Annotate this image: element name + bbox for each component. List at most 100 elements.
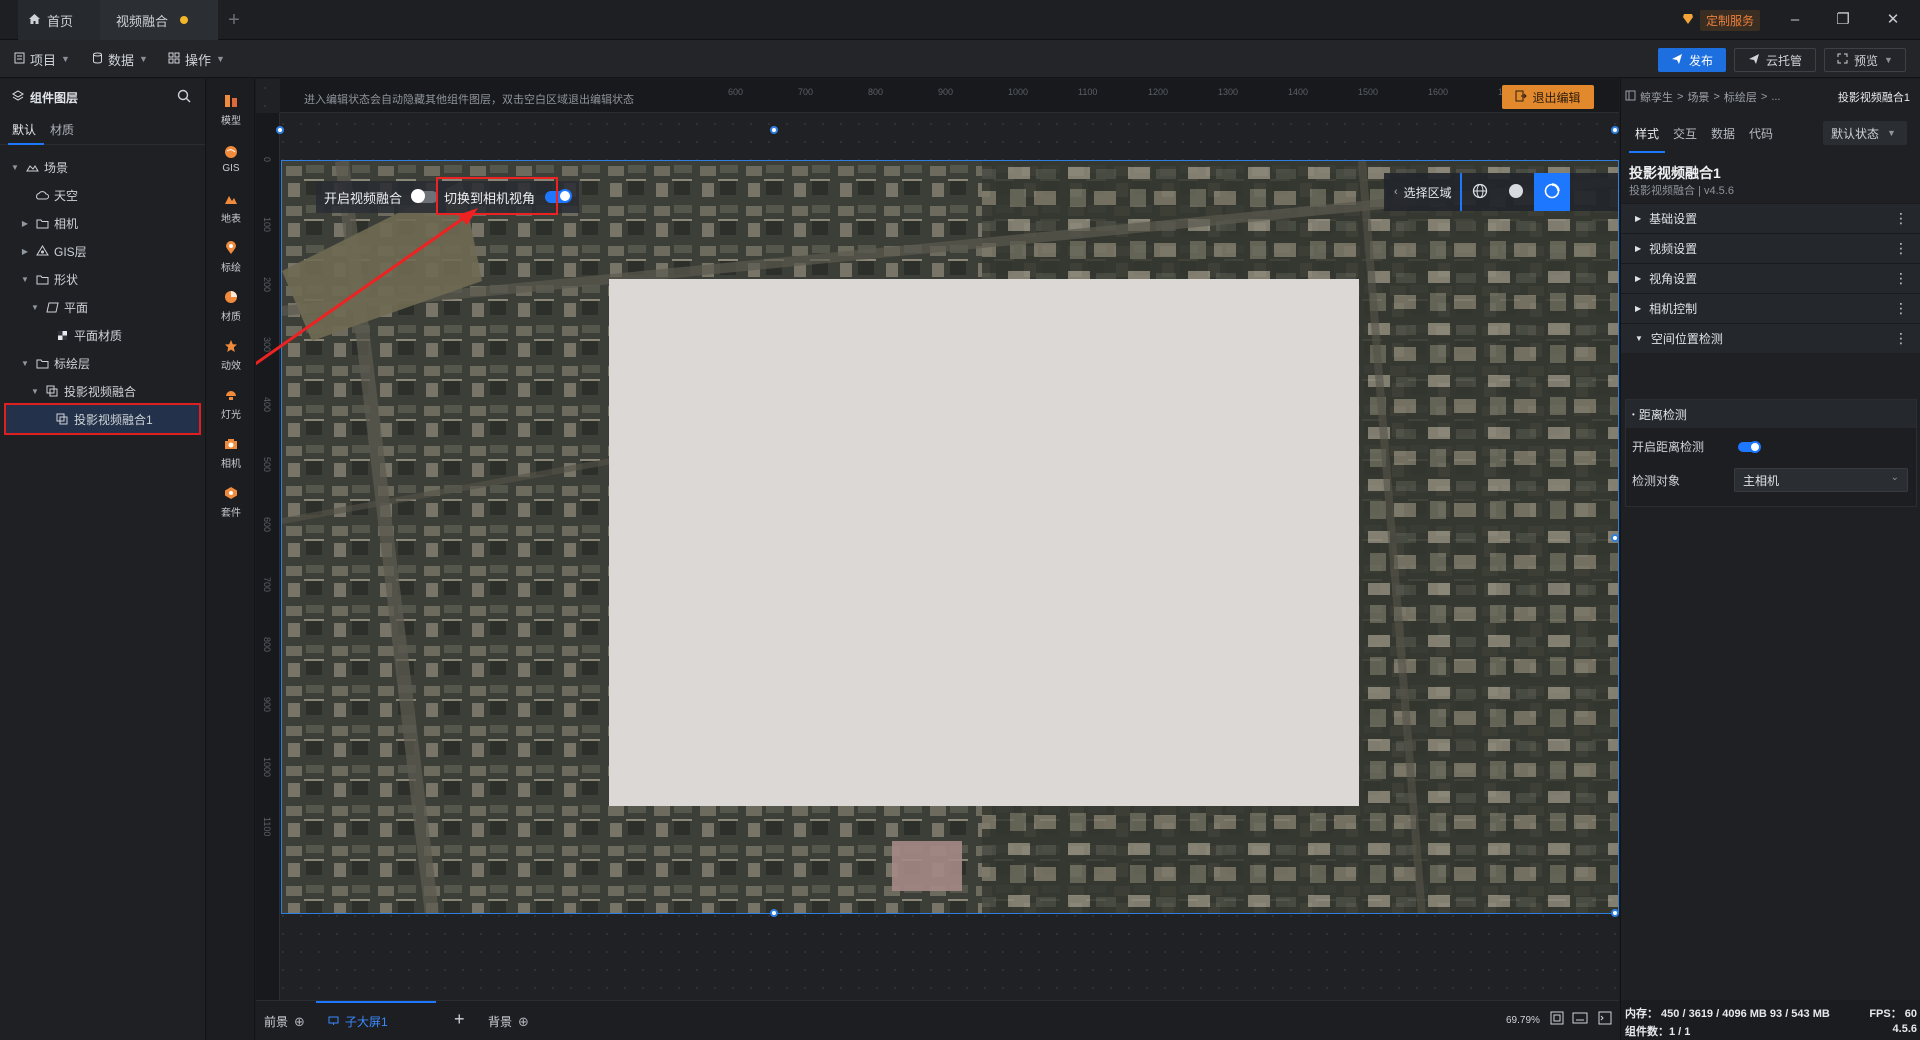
preview-button[interactable]: 预览 ▼ — [1824, 48, 1906, 72]
property-section[interactable]: ▼ 空间位置检测 ⋮ — [1621, 323, 1920, 353]
more-vertical-icon[interactable]: ⋮ — [1894, 210, 1908, 227]
sub-screen-tab[interactable]: 子大屏1 — [328, 1013, 388, 1030]
tree-node[interactable]: ▼ 场景 — [0, 153, 205, 181]
rail-item[interactable]: 标绘 — [207, 234, 255, 280]
component-version: 投影视频融合 | v4.5.6 — [1629, 185, 1734, 197]
tree-node-label: 天空 — [54, 188, 79, 203]
breadcrumb-icon — [1625, 90, 1636, 104]
breadcrumb-item[interactable]: ... — [1771, 91, 1780, 103]
property-section[interactable]: ▶ 基础设置 ⋮ — [1621, 203, 1920, 233]
add-screen-plus-icon[interactable]: + — [454, 1009, 465, 1030]
cloud-hosting-button[interactable]: 云托管 — [1734, 48, 1816, 72]
expand-arrow-icon[interactable]: ▼ — [30, 387, 40, 396]
editor-canvas[interactable]: 进入编辑状态会自动隐藏其他组件图层，双击空白区域退出编辑状态 600 700 800… — [256, 79, 1619, 1000]
background-tab[interactable]: 背景 ⊕ — [488, 1013, 529, 1030]
main-toolbar: 项目 ▼ 数据 ▼ 操作 ▼ — [0, 40, 1920, 78]
rail-item[interactable]: 动效 — [207, 332, 255, 378]
properties-tab[interactable]: 样式 — [1635, 125, 1659, 142]
rail-item[interactable]: 灯光 — [207, 381, 255, 427]
tree-node[interactable]: ▶ GIS层 — [0, 237, 205, 265]
foreground-tab[interactable]: 前景 ⊕ — [264, 1013, 305, 1030]
properties-tab[interactable]: 数据 — [1711, 125, 1735, 142]
rail-item-label: 标绘 — [221, 263, 241, 274]
tree-node-label: GIS层 — [54, 244, 87, 259]
tab-default[interactable]: 默认 — [12, 121, 36, 138]
tab-home-label: 首页 — [47, 13, 74, 29]
property-section-title: 空间位置检测 — [1650, 332, 1723, 346]
tree-node-label: 形状 — [54, 272, 79, 287]
tab-material[interactable]: 材质 — [50, 121, 74, 138]
rail-item-label: 灯光 — [221, 410, 241, 421]
property-section[interactable]: ▶ 视频设置 ⋮ — [1621, 233, 1920, 263]
new-tab-plus-icon[interactable]: + — [222, 8, 246, 32]
rail-item[interactable]: 地表 — [207, 185, 255, 231]
collapse-arrow-icon[interactable]: ▶ — [20, 219, 30, 228]
folder-icon — [35, 356, 49, 370]
add-circle-icon[interactable]: ⊕ — [294, 1014, 305, 1030]
tree-node[interactable]: ▶ 相机 — [0, 209, 205, 237]
breadcrumb-item[interactable]: 场景 — [1687, 89, 1709, 105]
cloud-hosting-label: 云托管 — [1765, 53, 1802, 68]
minimize-icon[interactable]: – — [1780, 8, 1810, 32]
data-menu[interactable]: 数据 ▼ — [92, 49, 148, 69]
breadcrumb-separator: > — [1713, 91, 1720, 103]
tree-node[interactable]: ▼ 投影视频融合 — [0, 377, 205, 405]
properties-tab[interactable]: 交互 — [1673, 125, 1697, 142]
rail-item[interactable]: 材质 — [207, 283, 255, 329]
annotation-arrow — [256, 208, 478, 366]
search-icon[interactable] — [177, 89, 191, 106]
expand-arrow-icon[interactable]: ▼ — [30, 303, 40, 312]
tree-node[interactable]: ▼ 平面 — [0, 293, 205, 321]
close-icon[interactable]: ✕ — [1878, 8, 1908, 32]
more-vertical-icon[interactable]: ⋮ — [1894, 240, 1908, 257]
breadcrumb-item[interactable]: 标绘层 — [1724, 89, 1757, 105]
expand-arrow-icon[interactable]: ▼ — [10, 163, 20, 172]
rail-item[interactable]: GIS — [207, 136, 255, 182]
collapse-arrow-icon[interactable]: ▶ — [20, 247, 30, 256]
rail-item[interactable]: 套件 — [207, 479, 255, 525]
publish-label: 发布 — [1688, 53, 1713, 68]
detect-target-select[interactable]: 主相机 ⌄ — [1734, 468, 1908, 492]
tab-video-fusion[interactable]: 视频融合 — [100, 0, 218, 40]
more-vertical-icon[interactable]: ⋮ — [1894, 300, 1908, 317]
tree-node[interactable]: ▼ 标绘层 — [0, 349, 205, 377]
properties-tab[interactable]: 代码 — [1749, 125, 1773, 142]
tree-node[interactable]: 投影视频融合1 — [4, 403, 201, 435]
property-section-title: 基础设置 — [1649, 212, 1698, 226]
folder-icon — [35, 216, 49, 230]
restore-icon[interactable]: ❐ — [1828, 8, 1858, 32]
material-icon — [55, 328, 69, 342]
keyboard-icon[interactable] — [1572, 1011, 1588, 1028]
property-section[interactable]: ▶ 相机控制 ⋮ — [1621, 293, 1920, 323]
rail-item[interactable]: 相机 — [207, 430, 255, 476]
rail-item[interactable]: 模型 — [207, 87, 255, 133]
tree-node[interactable]: 天空 — [0, 181, 205, 209]
state-select[interactable]: 默认状态 ▼ — [1823, 121, 1907, 145]
tree-node[interactable]: ▼ 形状 — [0, 265, 205, 293]
fit-screen-icon[interactable] — [1550, 1011, 1564, 1028]
expand-arrow-icon[interactable]: ▼ — [20, 359, 30, 368]
detect-target-row: 检测对象 — [1632, 472, 1680, 489]
tree-node[interactable]: 平面材质 — [0, 321, 205, 349]
component-rail: 模型 GIS 地表标绘材质 动效灯光相机 套件 — [207, 79, 255, 1040]
zoom-level[interactable]: 69.79% — [1506, 1015, 1540, 1026]
memory-stats: 内存： 450 / 3619 / 4096 MB 93 / 543 MB — [1625, 1008, 1830, 1020]
breadcrumb-item[interactable]: 鲸孪生 — [1640, 89, 1673, 105]
distance-detection-card: • 距离检测 开启距离检测 检测对象 主相机 ⌄ — [1625, 399, 1917, 507]
more-vertical-icon[interactable]: ⋮ — [1894, 330, 1908, 347]
operate-menu[interactable]: 操作 ▼ — [168, 49, 225, 69]
tab-home[interactable]: 首页 — [18, 0, 110, 40]
expand-arrow-icon[interactable]: ▼ — [20, 275, 30, 284]
property-section[interactable]: ▶ 视角设置 ⋮ — [1621, 263, 1920, 293]
bullet-icon: • — [1632, 409, 1635, 419]
publish-button[interactable]: 发布 — [1658, 48, 1726, 72]
distance-detection-header[interactable]: • 距离检测 — [1626, 400, 1916, 428]
enable-distance-row: 开启距离检测 — [1632, 438, 1704, 455]
more-vertical-icon[interactable]: ⋮ — [1894, 270, 1908, 287]
layers-icon — [12, 89, 24, 105]
project-menu[interactable]: 项目 ▼ — [14, 49, 70, 69]
terminal-icon[interactable] — [1598, 1011, 1612, 1028]
custom-service-button[interactable]: 定制服务 — [1682, 9, 1761, 31]
add-circle-icon[interactable]: ⊕ — [518, 1014, 529, 1030]
enable-distance-switch[interactable] — [1738, 441, 1761, 453]
